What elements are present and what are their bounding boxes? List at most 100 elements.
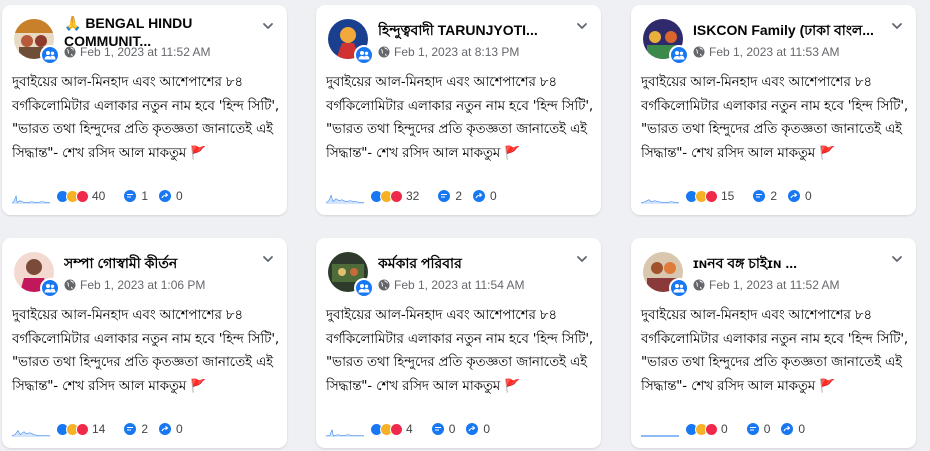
- globe-icon: [378, 46, 390, 58]
- post-text: দুবাইয়ের আল-মিনহাদ এবং আশেপাশের ৮৪ বর্গ…: [641, 74, 908, 161]
- reaction-count: 0: [721, 422, 728, 436]
- post-timestamp[interactable]: Feb 1, 2023 at 11:52 AM: [80, 45, 211, 59]
- group-icon: [669, 45, 689, 65]
- share-count: 0: [490, 189, 497, 203]
- comments[interactable]: 0: [431, 422, 456, 436]
- post-timestamp[interactable]: Feb 1, 2023 at 11:53 AM: [709, 45, 840, 59]
- comment-icon: [431, 423, 444, 435]
- page-avatar[interactable]: [643, 252, 689, 298]
- post-meta: Feb 1, 2023 at 1:06 PM: [64, 278, 205, 292]
- reactions[interactable]: 14: [56, 422, 115, 436]
- page-avatar[interactable]: [14, 19, 60, 65]
- post-text: দুবাইয়ের আল-মিনহাদ এবং আশেপাশের ৮৪ বর্গ…: [12, 74, 279, 161]
- comment-icon: [124, 190, 137, 202]
- globe-icon: [693, 46, 705, 58]
- reaction-count: 14: [92, 422, 106, 436]
- flag-icon: 🚩: [504, 378, 521, 394]
- globe-icon: [693, 279, 705, 291]
- chevron-down-icon[interactable]: [261, 19, 275, 33]
- shares[interactable]: 0: [787, 189, 812, 203]
- chevron-down-icon[interactable]: [575, 252, 589, 266]
- share-count: 0: [805, 189, 812, 203]
- page-name[interactable]: সম্পা গোস্বামী কীর্তন: [64, 254, 244, 272]
- share-icon: [788, 190, 801, 202]
- post-card: ISKCON Family (ঢাকা বাংল... Feb 1, 2023 …: [631, 5, 916, 215]
- reaction-count: 32: [406, 189, 420, 203]
- comment-count: 2: [141, 422, 149, 436]
- post-card: কর্মকার পরিবার Feb 1, 2023 at 11:54 AM দ…: [316, 238, 601, 448]
- post-timestamp[interactable]: Feb 1, 2023 at 8:13 PM: [394, 45, 519, 59]
- comments[interactable]: 0: [746, 422, 770, 436]
- sparkline-icon: [641, 199, 679, 204]
- shares[interactable]: 0: [465, 422, 490, 436]
- post-meta: Feb 1, 2023 at 8:13 PM: [378, 45, 519, 59]
- reactions[interactable]: 0: [685, 422, 738, 436]
- group-icon: [354, 278, 374, 298]
- comment-count: 0: [448, 422, 456, 436]
- post-meta: Feb 1, 2023 at 11:53 AM: [693, 45, 840, 59]
- post-footer: 4 0 0: [326, 419, 596, 439]
- comments[interactable]: 2: [123, 422, 148, 436]
- page-name[interactable]: ISKCON Family (ঢাকা বাংল...: [693, 21, 888, 39]
- post-card: সম্পা গোস্বামী কীর্তন Feb 1, 2023 at 1:0…: [2, 238, 287, 448]
- globe-icon: [64, 46, 76, 58]
- shares[interactable]: 0: [472, 189, 497, 203]
- post-timestamp[interactable]: Feb 1, 2023 at 11:54 AM: [394, 278, 525, 292]
- post-card: হিন্দুত্ববাদী TARUNJYOTI... Feb 1, 2023 …: [316, 5, 601, 215]
- group-icon: [354, 45, 374, 65]
- comments[interactable]: 2: [752, 189, 777, 203]
- chevron-down-icon[interactable]: [890, 19, 904, 33]
- post-meta: Feb 1, 2023 at 11:52 AM: [64, 45, 211, 59]
- flag-icon: 🚩: [504, 145, 521, 161]
- chevron-down-icon[interactable]: [261, 252, 275, 266]
- share-icon: [159, 423, 172, 435]
- reactions[interactable]: 40: [56, 189, 115, 203]
- flag-icon: 🚩: [190, 378, 207, 394]
- post-meta: Feb 1, 2023 at 11:52 AM: [693, 278, 840, 292]
- flag-icon: 🚩: [819, 145, 836, 161]
- page-name[interactable]: হিন্দুত্ববাদী TARUNJYOTI...: [378, 21, 558, 39]
- sparkline-icon: [326, 194, 364, 204]
- shares[interactable]: 0: [780, 422, 805, 436]
- comments[interactable]: 1: [123, 189, 148, 203]
- post-footer: 32 2 0: [326, 186, 596, 206]
- page-avatar[interactable]: [328, 252, 374, 298]
- share-icon: [473, 190, 486, 202]
- post-card: ɪɴনব বঙ্গ চাইɪɴ ... Feb 1, 2023 at 11:52…: [631, 238, 916, 448]
- share-count: 0: [483, 422, 491, 436]
- chevron-down-icon[interactable]: [575, 19, 589, 33]
- post-footer: 15 2 0: [641, 186, 911, 206]
- page-avatar[interactable]: [328, 19, 374, 65]
- shares[interactable]: 0: [158, 189, 183, 203]
- post-timestamp[interactable]: Feb 1, 2023 at 1:06 PM: [80, 278, 205, 292]
- share-icon: [159, 190, 172, 202]
- chevron-down-icon[interactable]: [890, 252, 904, 266]
- comment-icon: [746, 423, 759, 435]
- globe-icon: [64, 279, 76, 291]
- reaction-count: 15: [721, 189, 735, 203]
- post-text: দুবাইয়ের আল-মিনহাদ এবং আশেপাশের ৮৪ বর্গ…: [641, 307, 908, 394]
- shares[interactable]: 0: [158, 422, 183, 436]
- love-reaction-icon: [76, 189, 89, 203]
- reactions[interactable]: 15: [685, 189, 744, 203]
- share-count: 0: [176, 189, 183, 203]
- comments[interactable]: 2: [437, 189, 462, 203]
- post-text: দুবাইয়ের আল-মিনহাদ এবং আশেপাশের ৮৪ বর্গ…: [326, 307, 593, 394]
- comment-icon: [753, 190, 766, 202]
- page-avatar[interactable]: [643, 19, 689, 65]
- comment-count: 1: [141, 189, 149, 203]
- love-reaction-icon: [76, 422, 89, 436]
- page-name[interactable]: কর্মকার পরিবার: [378, 254, 558, 272]
- reactions[interactable]: 32: [370, 189, 429, 203]
- group-icon: [40, 278, 60, 298]
- page-name[interactable]: ɪɴনব বঙ্গ চাইɪɴ ...: [693, 254, 873, 272]
- reaction-count: 40: [92, 189, 106, 203]
- flag-icon: 🚩: [190, 145, 207, 161]
- reactions[interactable]: 4: [370, 422, 423, 436]
- share-icon: [466, 423, 479, 435]
- page-avatar[interactable]: [14, 252, 60, 298]
- group-icon: [40, 45, 60, 65]
- post-timestamp[interactable]: Feb 1, 2023 at 11:52 AM: [709, 278, 840, 292]
- share-count: 0: [176, 422, 183, 436]
- love-reaction-icon: [705, 422, 718, 436]
